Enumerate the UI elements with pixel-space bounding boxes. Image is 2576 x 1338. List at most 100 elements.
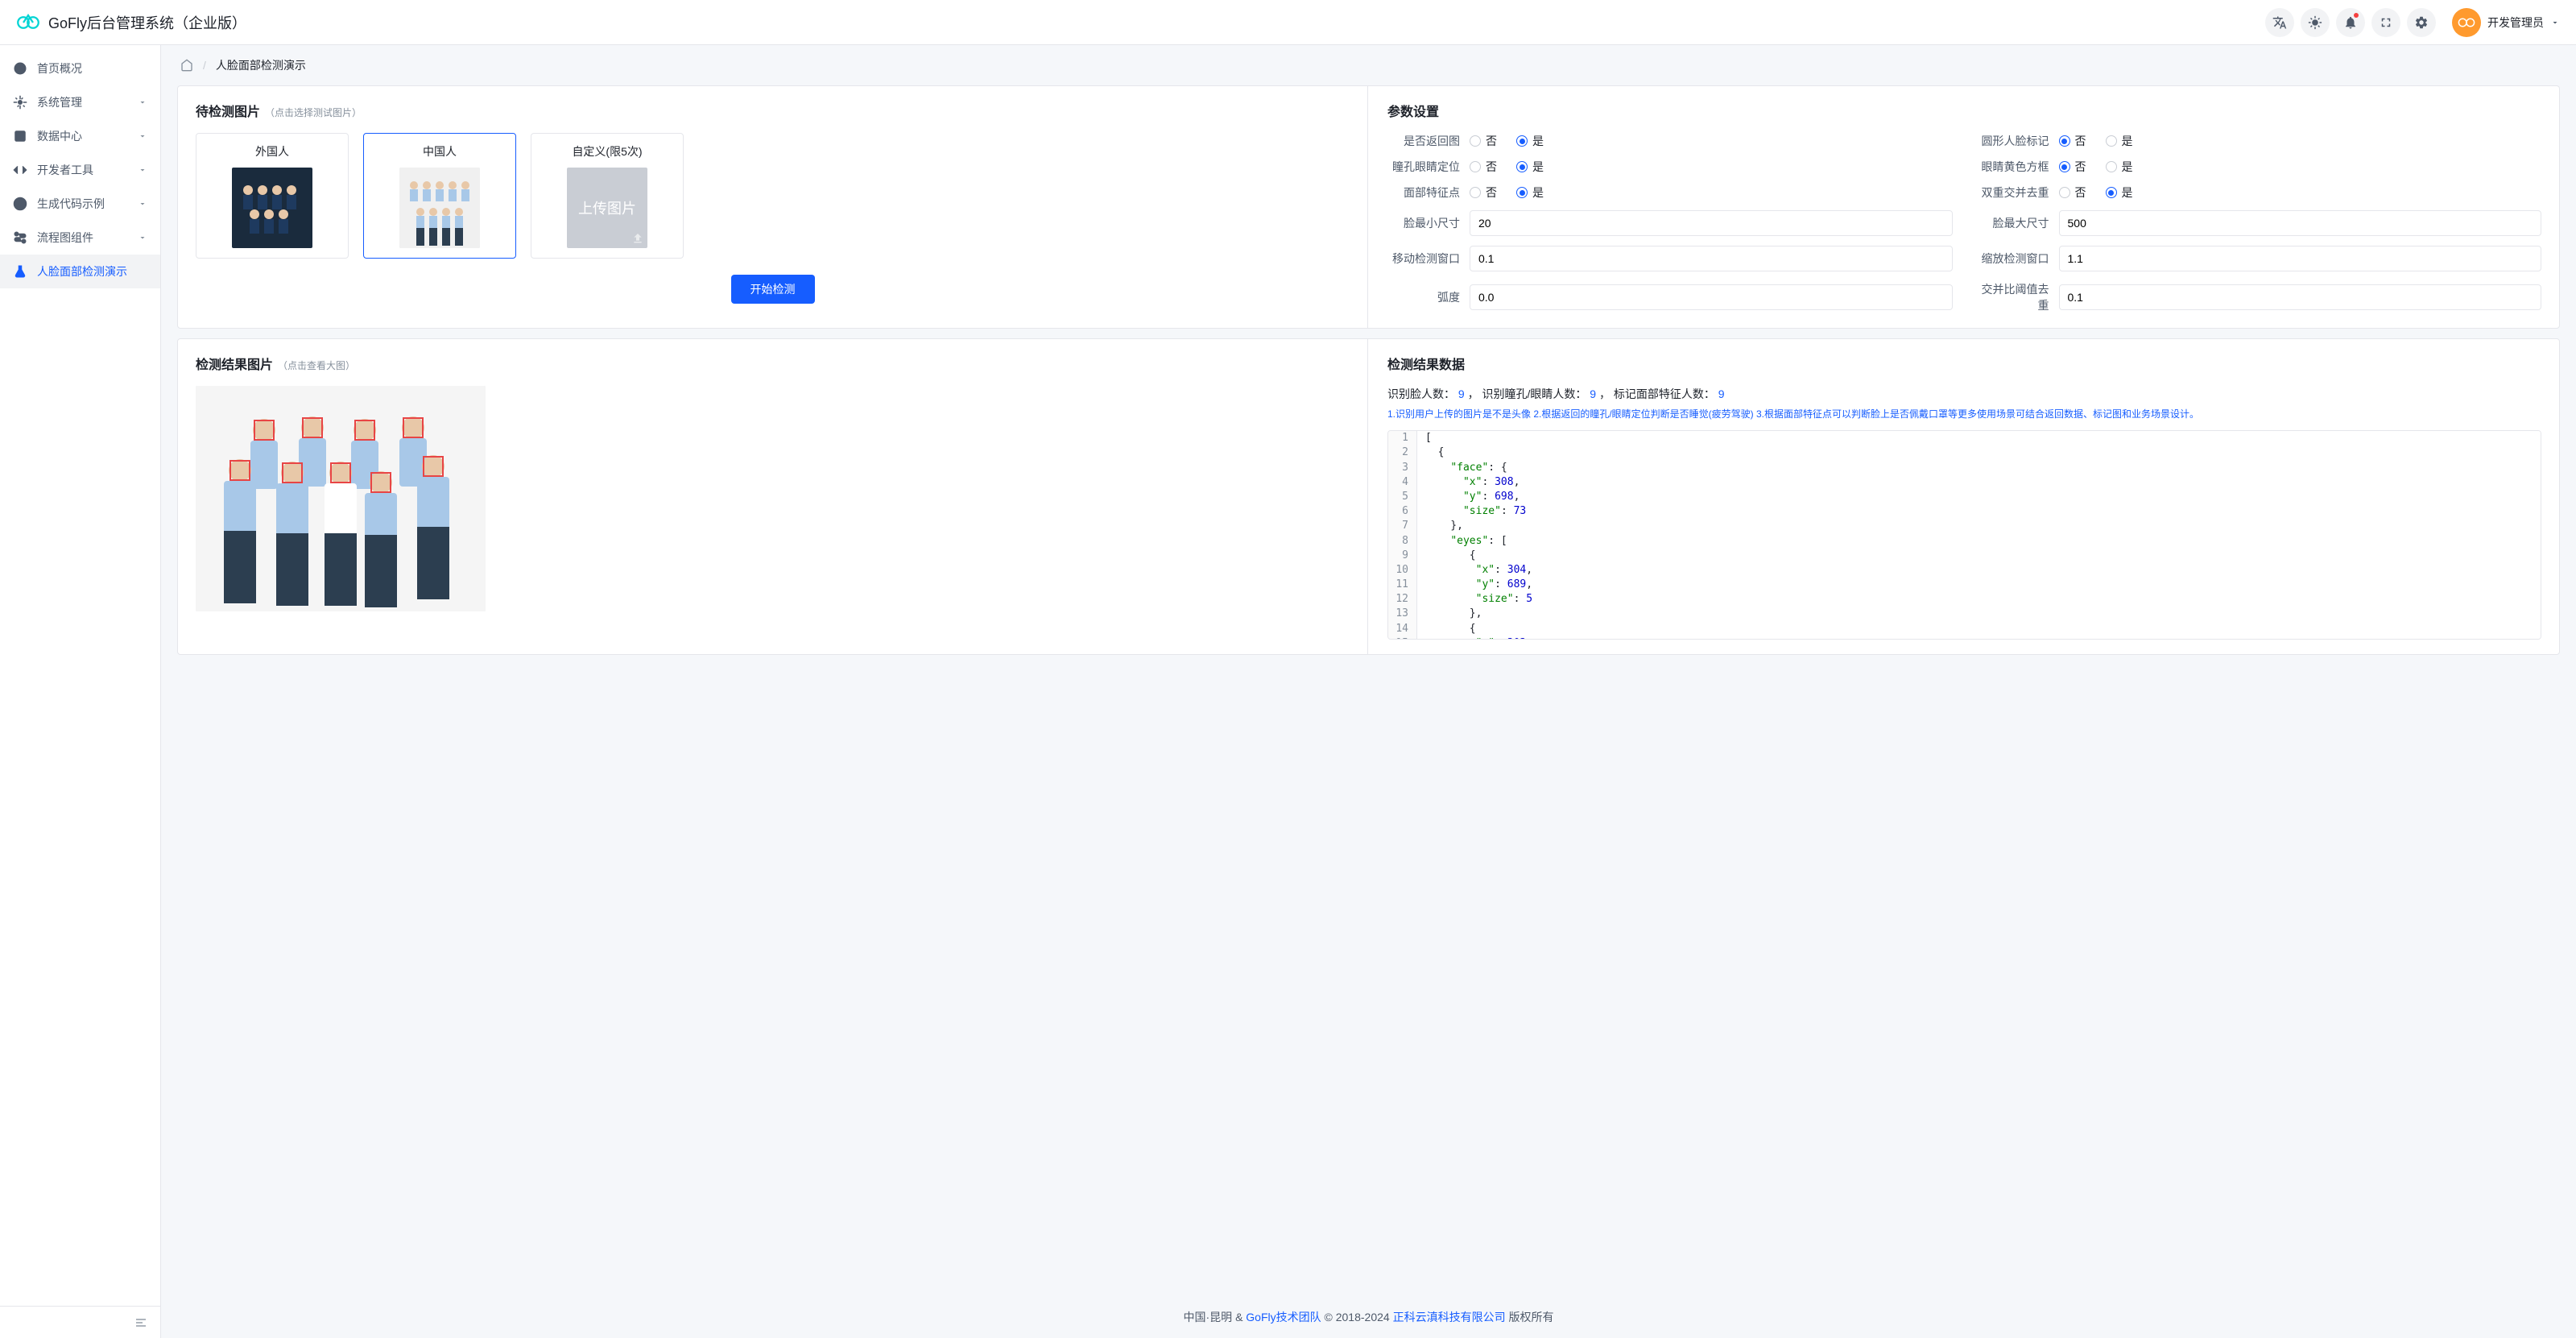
detect-button[interactable]: 开始检测 [731,275,815,304]
face-rect [229,460,250,481]
logo: GoFly后台管理系统（企业版） [16,10,246,35]
footer: 中国·昆明 & GoFly技术团队 © 2018-2024 正科云滇科技有限公司… [161,1296,2576,1338]
param-pupil-eye: 瞳孔眼睛定位 否 是 [1387,159,1953,175]
face-rect [403,417,424,438]
json-code-viewer[interactable]: 1[2 {3 "face": {4 "x": 308,5 "y": 698,6 … [1387,430,2541,640]
logo-icon [16,10,40,35]
section-title: 检测结果数据 [1387,354,1465,373]
chevron-down-icon [138,97,147,107]
result-image-panel: 检测结果图片 （点击查看大图） [178,339,1368,654]
param-landmarks: 面部特征点 否 是 [1387,184,1953,201]
radio-yes[interactable]: 是 [2106,133,2133,149]
shift-window-input[interactable] [1470,246,1953,271]
param-label: 移动检测窗口 [1387,251,1460,267]
avatar [2452,8,2481,37]
param-eye-yellow: 眼睛黄色方框 否 是 [1977,159,2542,175]
param-return-image: 是否返回图 否 是 [1387,133,1953,149]
radio-no[interactable]: 否 [2059,159,2086,175]
home-icon[interactable] [180,59,193,72]
footer-link-company[interactable]: 正科云滇科技有限公司 [1393,1311,1506,1324]
result-desc: 1.识别用户上传的图片是不是头像 2.根据返回的瞳孔/眼睛定位判断是否睡觉(疲劳… [1387,407,2541,422]
code-icon [13,163,27,177]
settings-icon[interactable] [2407,8,2436,37]
image-card-foreigner[interactable]: 外国人 [196,133,349,259]
sidebar: 首页概况 系统管理 数据中心 开发者工具 [0,45,161,1338]
param-label: 是否返回图 [1387,133,1460,149]
params-panel: 参数设置 是否返回图 否 是 圆形人脸标记 [1370,86,2559,328]
translate-icon[interactable] [2265,8,2294,37]
sidebar-item-label: 流程图组件 [37,230,138,246]
param-label: 脸最大尺寸 [1977,215,2049,231]
param-iou-threshold: 交并比阈值去重 [1977,281,2542,313]
radio-yes[interactable]: 是 [2106,184,2133,201]
app-header: GoFly后台管理系统（企业版） 开发管理员 [0,0,2576,45]
sidebar-item-dashboard[interactable]: 首页概况 [0,52,160,85]
image-card-custom[interactable]: 自定义(限5次) 上传图片 [531,133,684,259]
sidebar-item-label: 人脸面部检测演示 [37,263,147,280]
face-rect [282,462,303,483]
chevron-down-icon [2550,18,2560,27]
sidebar-item-data[interactable]: 数据中心 [0,119,160,153]
image-card-chinese[interactable]: 中国人 [363,133,516,259]
sidebar-item-devtools[interactable]: 开发者工具 [0,153,160,187]
sidebar-item-label: 首页概况 [37,60,147,77]
image-select-panel: 待检测图片 （点击选择测试图片） 外国人 [178,86,1368,328]
result-image[interactable] [196,386,486,611]
radio-yes[interactable]: 是 [2106,159,2133,175]
sidebar-item-label: 数据中心 [37,128,138,144]
arc-input[interactable] [1470,284,1953,310]
param-label: 双重交并去重 [1977,184,2049,201]
result-data-panel: 检测结果数据 识别脸人数： 9 ， 识别瞳孔/眼睛人数： 9 ， 标记面部特征人… [1370,339,2559,654]
radio-no[interactable]: 否 [1470,133,1497,149]
section-title: 参数设置 [1387,101,1439,120]
notification-icon[interactable] [2336,8,2365,37]
radio-no[interactable]: 否 [1470,184,1497,201]
param-label: 缩放检测窗口 [1977,251,2049,267]
breadcrumb-sep: / [203,59,206,72]
sidebar-item-label: 开发者工具 [37,162,138,178]
max-face-input[interactable] [2059,210,2542,236]
card-thumbnail [399,168,480,248]
param-arc: 弧度 [1387,281,1953,313]
param-scale-window: 缩放检测窗口 [1977,246,2542,271]
param-shift-window: 移动检测窗口 [1387,246,1953,271]
param-label: 脸最小尺寸 [1387,215,1460,231]
theme-icon[interactable] [2301,8,2330,37]
face-rect [302,417,323,438]
gear-icon [13,95,27,110]
face-rect [330,462,351,483]
section-hint: （点击选择测试图片） [265,106,362,119]
radio-yes[interactable]: 是 [1516,133,1544,149]
radio-no[interactable]: 否 [2059,133,2086,149]
radio-yes[interactable]: 是 [1516,159,1544,175]
sidebar-item-face-detection[interactable]: 人脸面部检测演示 [0,255,160,288]
result-stats: 识别脸人数： 9 ， 识别瞳孔/眼睛人数： 9 ， 标记面部特征人数： 9 [1387,386,2541,402]
radio-no[interactable]: 否 [1470,159,1497,175]
param-label: 圆形人脸标记 [1977,133,2049,149]
footer-link-team[interactable]: GoFly技术团队 [1246,1311,1321,1324]
breadcrumb: / 人脸面部检测演示 [161,45,2576,85]
user-menu[interactable]: 开发管理员 [2452,8,2560,37]
param-label: 眼睛黄色方框 [1977,159,2049,175]
min-face-input[interactable] [1470,210,1953,236]
param-label: 交并比阈值去重 [1977,281,2049,313]
radio-yes[interactable]: 是 [1516,184,1544,201]
radio-no[interactable]: 否 [2059,184,2086,201]
dashboard-icon [13,61,27,76]
user-name-label: 开发管理员 [2487,14,2544,31]
param-dual-overlap: 双重交并去重 否 是 [1977,184,2542,201]
param-label: 瞳孔眼睛定位 [1387,159,1460,175]
sidebar-collapse-toggle[interactable] [0,1306,160,1338]
upload-icon [631,232,644,245]
sidebar-item-flowchart[interactable]: 流程图组件 [0,221,160,255]
scale-window-input[interactable] [2059,246,2542,271]
app-title: GoFly后台管理系统（企业版） [48,12,246,33]
section-title: 检测结果图片 [196,354,273,373]
sidebar-item-codegen[interactable]: 生成代码示例 [0,187,160,221]
fullscreen-icon[interactable] [2371,8,2400,37]
upload-placeholder[interactable]: 上传图片 [567,168,647,248]
collapse-icon [134,1316,147,1329]
sidebar-item-system[interactable]: 系统管理 [0,85,160,119]
iou-threshold-input[interactable] [2059,284,2542,310]
param-circle-face: 圆形人脸标记 否 是 [1977,133,2542,149]
